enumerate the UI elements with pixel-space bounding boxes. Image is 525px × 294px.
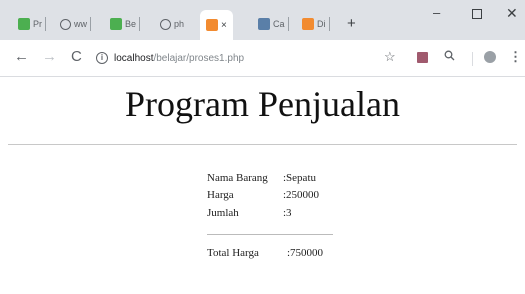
row-value: :250000: [283, 189, 320, 201]
page-icon: [302, 18, 314, 30]
page-title: Program Penjualan: [125, 84, 400, 124]
row-label: Harga: [207, 189, 234, 201]
page-content: Program Penjualan Nama Barang :Sepatu Har…: [0, 77, 525, 294]
total-label: Total Harga: [207, 247, 259, 259]
row-label: Nama Barang: [207, 172, 268, 184]
profile-avatar-icon[interactable]: [484, 51, 496, 63]
browser-window: Pr ww Be ph × Ca Di + – ✕ ← → C i localh…: [0, 0, 525, 294]
url-path: /belajar/proses1.php: [153, 52, 245, 64]
toolbar-divider: [472, 52, 473, 66]
tab-4-label: ph: [174, 19, 185, 29]
tab-2[interactable]: ww: [60, 13, 91, 35]
tab-7[interactable]: Di: [302, 13, 330, 35]
row-total-harga: Total Harga :750000: [207, 247, 323, 260]
extension-icon[interactable]: [417, 52, 428, 63]
tab-separator: [139, 17, 141, 31]
tab-6[interactable]: Ca: [258, 13, 289, 35]
zoom-icon[interactable]: [444, 49, 455, 65]
forward-button[interactable]: →: [42, 49, 57, 65]
url-host: localhost: [114, 52, 154, 64]
row-label: Jumlah: [207, 207, 239, 219]
bookmark-star-icon[interactable]: ☆: [384, 49, 396, 65]
row-value: :3: [283, 207, 292, 219]
menu-icon[interactable]: ⋮: [509, 49, 522, 65]
tab-2-label: ww: [74, 19, 87, 29]
tab-6-label: Ca: [273, 19, 285, 29]
tab-separator: [328, 17, 330, 31]
reload-button[interactable]: C: [71, 49, 82, 65]
minimize-button[interactable]: –: [433, 6, 440, 20]
tab-separator: [287, 17, 289, 31]
globe-icon: [60, 18, 71, 30]
address-bar[interactable]: i localhost /belajar/proses1.php: [96, 46, 406, 70]
total-divider: [207, 234, 333, 235]
total-value: :750000: [287, 247, 324, 259]
tab-3[interactable]: Be: [110, 13, 141, 35]
new-tab-button[interactable]: +: [347, 16, 356, 31]
tab-5-active[interactable]: ×: [200, 10, 233, 40]
tab-3-label: Be: [125, 19, 137, 29]
page-icon: [206, 19, 218, 31]
tab-1[interactable]: Pr: [18, 13, 46, 35]
maximize-button[interactable]: [472, 9, 482, 19]
spreadsheet-icon: [110, 18, 122, 30]
tab-4[interactable]: ph: [160, 13, 184, 35]
tab-strip: Pr ww Be ph × Ca Di + – ✕: [0, 0, 525, 40]
tab-7-label: Di: [317, 19, 326, 29]
tab-close-icon[interactable]: ×: [221, 20, 227, 31]
tab-separator: [90, 17, 91, 31]
tab-1-label: Pr: [33, 19, 42, 29]
row-harga: Harga :250000: [207, 189, 319, 202]
calendar-icon: [258, 18, 270, 30]
row-jumlah: Jumlah :3: [207, 207, 292, 220]
spreadsheet-icon: [18, 18, 30, 30]
tab-separator: [45, 17, 46, 31]
magnifier-icon: [444, 50, 455, 61]
divider-line: [8, 144, 517, 145]
row-value: :Sepatu: [283, 172, 316, 184]
google-icon: [160, 18, 171, 30]
back-button[interactable]: ←: [14, 49, 29, 65]
row-nama-barang: Nama Barang :Sepatu: [207, 172, 316, 185]
close-window-button[interactable]: ✕: [506, 6, 518, 20]
browser-toolbar: ← → C i localhost /belajar/proses1.php ☆…: [0, 40, 525, 77]
info-icon[interactable]: i: [96, 52, 108, 64]
